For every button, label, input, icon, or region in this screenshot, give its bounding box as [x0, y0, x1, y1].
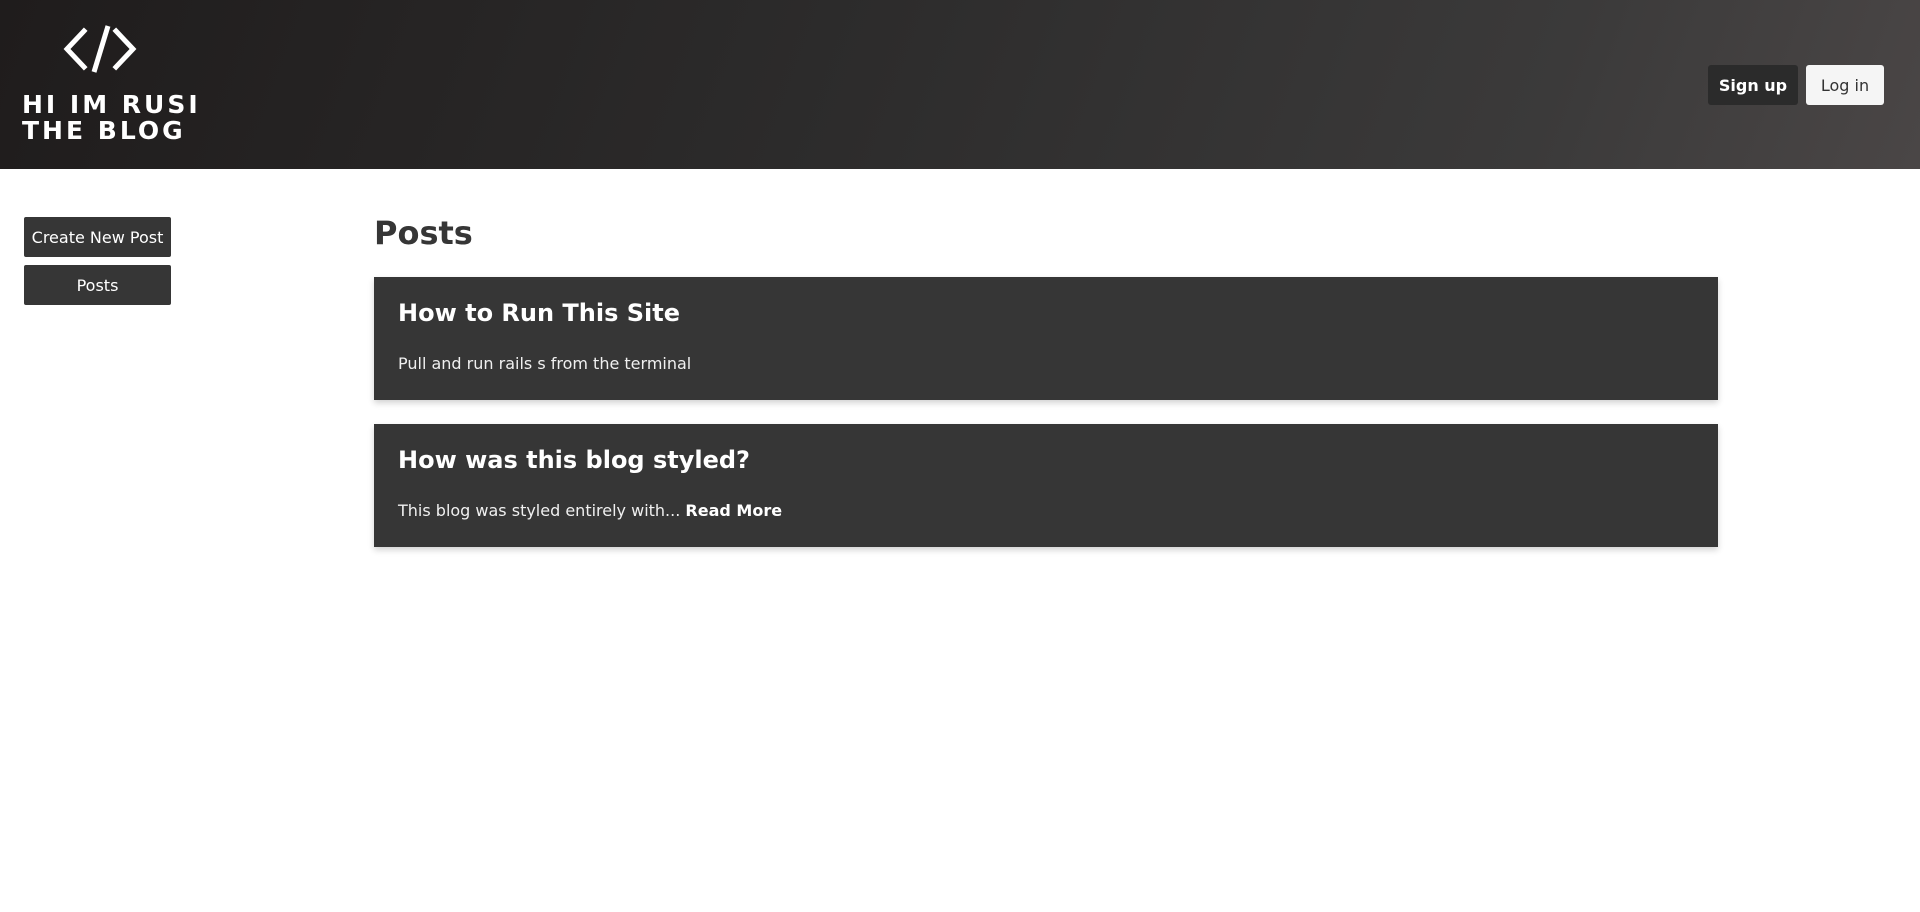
post-excerpt-container: This blog was styled entirely with... Re… [398, 501, 782, 520]
logo-line-2: THE BLOG [22, 116, 186, 145]
posts-button[interactable]: Posts [24, 265, 171, 305]
post-excerpt-container: Pull and run rails s from the terminal [398, 354, 691, 373]
site-header: HI IM RUSI THE BLOG Sign up Log in [0, 0, 1920, 169]
post-card[interactable]: How to Run This Site Pull and run rails … [374, 277, 1718, 400]
post-excerpt: Pull and run rails s from the terminal [398, 354, 692, 373]
post-card[interactable]: How was this blog styled? This blog was … [374, 424, 1718, 547]
logo-line-1: HI IM RUSI [22, 90, 201, 119]
post-title[interactable]: How to Run This Site [398, 299, 680, 327]
post-excerpt: This blog was styled entirely with... [398, 501, 681, 520]
post-title[interactable]: How was this blog styled? [398, 446, 750, 474]
login-button[interactable]: Log in [1806, 65, 1884, 105]
page-title: Posts [374, 214, 473, 252]
signup-button[interactable]: Sign up [1708, 65, 1798, 105]
site-logo[interactable]: HI IM RUSI THE BLOG [22, 24, 198, 144]
create-new-post-button[interactable]: Create New Post [24, 217, 171, 257]
logo-text: HI IM RUSI THE BLOG [22, 90, 201, 145]
code-brackets-icon [63, 25, 137, 73]
read-more-link[interactable]: Read More [685, 501, 782, 520]
